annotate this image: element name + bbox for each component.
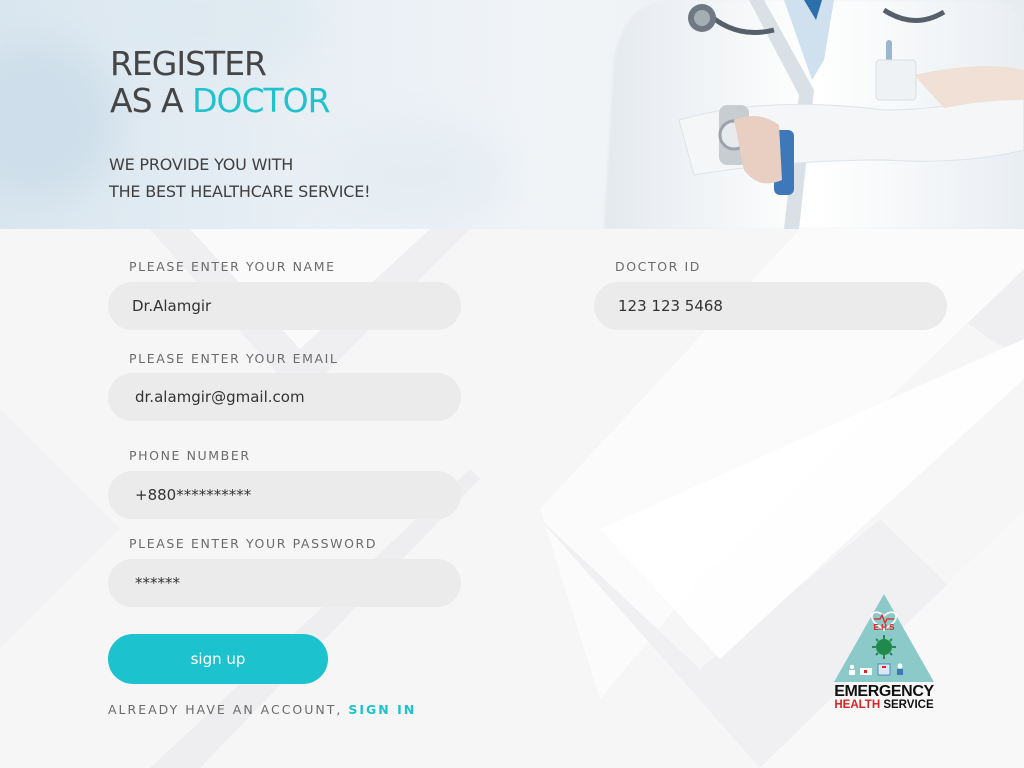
logo-line-2-rest: SERVICE [880,699,934,711]
hospital-icon [877,663,891,676]
hero-subtitle: WE PROVIDE YOU WITH THE BEST HEALTHCARE … [109,151,371,205]
doctor-id-label: DOCTOR ID [615,259,702,274]
subtitle-line-1: WE PROVIDE YOU WITH [109,155,294,174]
signin-prompt: ALREADY HAVE AN ACCOUNT, SIGN IN [108,702,416,717]
hero-banner: REGISTER AS A DOCTOR WE PROVIDE YOU WITH… [0,0,1024,229]
password-label: PLEASE ENTER YOUR PASSWORD [129,536,378,551]
logo-badge: E.H.S [874,623,896,632]
account-prompt-text: ALREADY HAVE AN ACCOUNT, [108,702,349,717]
email-label: PLEASE ENTER YOUR EMAIL [129,351,339,366]
doctor-photo [584,0,1024,229]
password-input[interactable] [108,559,461,607]
logo-line-2-red: HEALTH [834,699,881,711]
phone-label: PHONE NUMBER [129,448,251,463]
signin-link[interactable]: SIGN IN [348,702,416,717]
name-label: PLEASE ENTER YOUR NAME [129,259,336,274]
subtitle-line-2: THE BEST HEALTHCARE SERVICE! [109,182,371,201]
title-line-2-prefix: AS A [110,81,193,120]
title-accent: DOCTOR [192,81,330,120]
ehs-logo: E.H.S EMERGENCY HEALTH SERVICE [830,592,938,712]
title-line-1: REGISTER [110,44,267,83]
doctor-figure-icon [897,663,903,675]
doctor-id-input[interactable] [594,282,947,330]
ambulance-icon [860,668,872,675]
logo-line-2: HEALTH SERVICE [830,699,938,711]
phone-input[interactable] [108,471,461,519]
bokeh-light [0,40,120,200]
email-input[interactable] [108,373,461,421]
name-input[interactable] [108,282,461,330]
signup-button[interactable]: sign up [108,634,328,684]
logo-line-1: EMERGENCY [834,683,934,700]
page-title: REGISTER AS A DOCTOR [110,44,331,120]
ehs-triangle-logo: E.H.S [834,594,934,682]
